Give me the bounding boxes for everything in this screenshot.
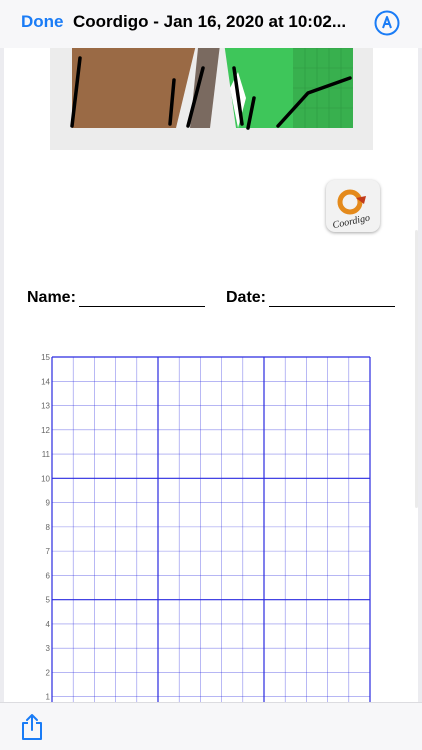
y-tick-label: 9 — [46, 499, 51, 508]
done-button[interactable]: Done — [21, 12, 64, 32]
scroll-indicator[interactable] — [415, 230, 418, 508]
bottom-toolbar — [0, 702, 422, 750]
y-tick-label: 12 — [41, 426, 50, 435]
y-tick-label: 11 — [42, 450, 51, 459]
share-icon[interactable] — [20, 713, 44, 741]
y-tick-label: 8 — [46, 523, 51, 532]
y-tick-label: 4 — [46, 620, 51, 629]
y-tick-label: 6 — [46, 571, 51, 580]
y-tick-label: 5 — [46, 596, 51, 605]
y-tick-label: 10 — [41, 474, 50, 483]
worksheet-page: Name: Date: 0123456789101112131415123456… — [4, 240, 418, 702]
y-tick-label: 15 — [41, 353, 50, 362]
document-viewer[interactable]: Coordigo Name: Date: 0123456789101112131… — [0, 48, 422, 702]
y-tick-label: 14 — [41, 377, 50, 386]
y-tick-label: 7 — [46, 547, 51, 556]
artwork-drawing — [50, 48, 373, 150]
markup-pen-icon[interactable] — [374, 10, 400, 36]
y-tick-label: 13 — [41, 402, 50, 411]
y-tick-label: 1 — [46, 693, 51, 702]
coordigo-logo: Coordigo — [326, 180, 380, 232]
document-title: Coordigo - Jan 16, 2020 at 10:02... — [73, 12, 347, 31]
coordinate-grid: 0123456789101112131415123456789101112131… — [41, 353, 371, 702]
artwork-image — [50, 48, 373, 150]
y-tick-label: 2 — [46, 668, 51, 677]
svg-text:Coordigo: Coordigo — [332, 213, 371, 232]
navigation-bar: Done Coordigo - Jan 16, 2020 at 10:02... — [0, 0, 422, 48]
y-tick-label: 3 — [46, 644, 51, 653]
